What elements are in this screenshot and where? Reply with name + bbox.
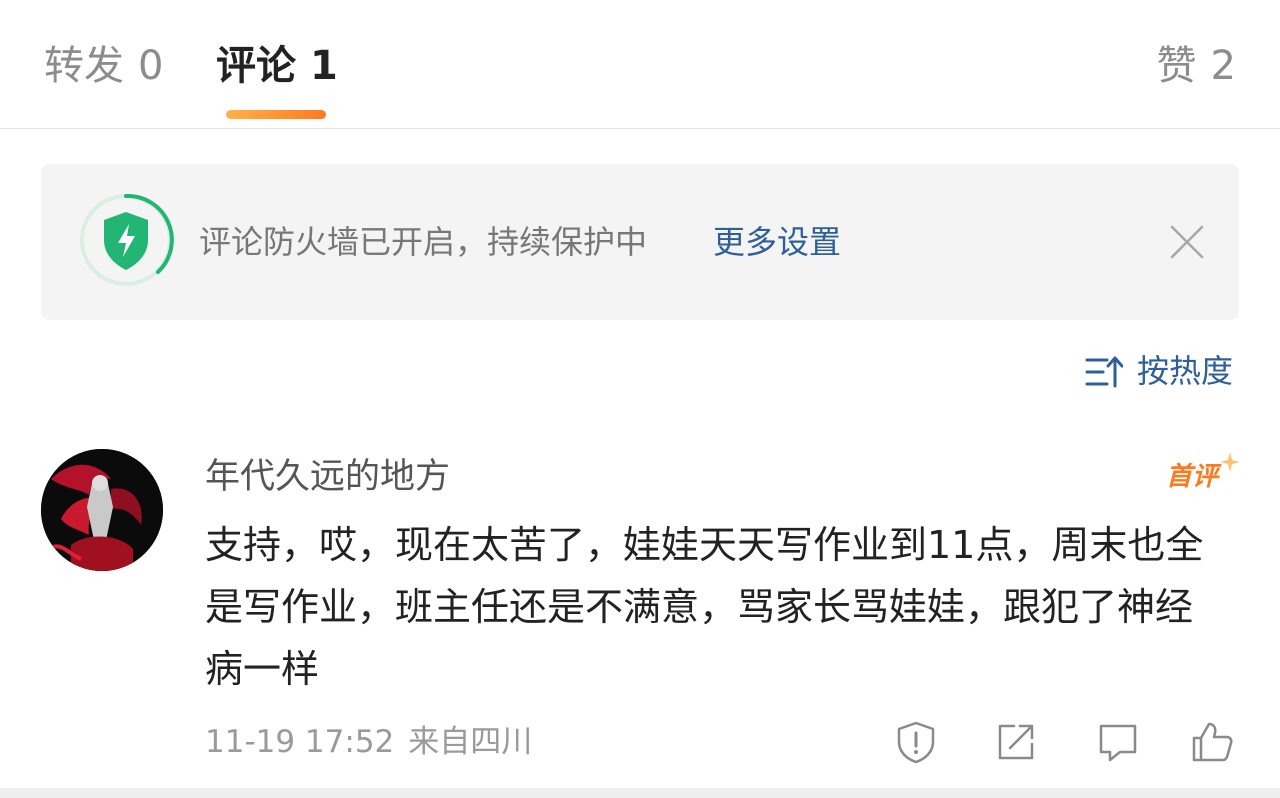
username[interactable]: 年代久远的地方 (205, 452, 450, 502)
share-icon[interactable] (994, 720, 1038, 764)
first-comment-badge: 首评 (1166, 452, 1240, 500)
tab-like-label: 赞 (1156, 43, 1197, 89)
sort-icon (1085, 356, 1123, 388)
sparkle-icon (1220, 452, 1240, 472)
badge-label: 首评 (1166, 462, 1219, 492)
tab-repost-label: 转发 (44, 43, 124, 89)
bottom-divider (0, 788, 1280, 798)
tab-like-count: 2 (1210, 43, 1236, 89)
more-settings-link[interactable]: 更多设置 (713, 220, 841, 264)
comment-timestamp: 11-19 17:52 (205, 724, 395, 760)
comment-location: 来自四川 (408, 724, 533, 760)
tab-repost[interactable]: 转发 0 (44, 40, 163, 92)
avatar[interactable] (41, 449, 163, 571)
firewall-status-text: 评论防火墙已开启，持续保护中 (199, 223, 648, 261)
close-icon[interactable] (1169, 224, 1205, 260)
like-icon[interactable] (1190, 720, 1234, 764)
tab-bar: 转发 0 评论 1 赞2 (0, 0, 1280, 129)
tab-comment-label: 评论 (216, 43, 296, 89)
tab-like[interactable]: 赞2 (1157, 40, 1236, 92)
report-icon[interactable] (894, 720, 938, 764)
comment-meta: 11-19 17:52 来自四川 (205, 720, 532, 764)
comment-body: 支持，哎，现在太苦了，娃娃天天写作业到11点，周末也全是写作业，班主任还是不满意… (205, 523, 1204, 691)
tab-comment-count: 1 (310, 43, 338, 89)
shield-lightning-icon (80, 193, 174, 286)
reply-icon[interactable] (1096, 720, 1140, 764)
sort-label: 按热度 (1137, 352, 1234, 390)
tab-comment[interactable]: 评论 1 (216, 40, 338, 92)
avatar-image (41, 449, 163, 571)
firewall-notice: 评论防火墙已开启，持续保护中 更多设置 (41, 164, 1239, 320)
tab-repost-count: 0 (138, 43, 164, 89)
active-tab-indicator (226, 110, 326, 119)
